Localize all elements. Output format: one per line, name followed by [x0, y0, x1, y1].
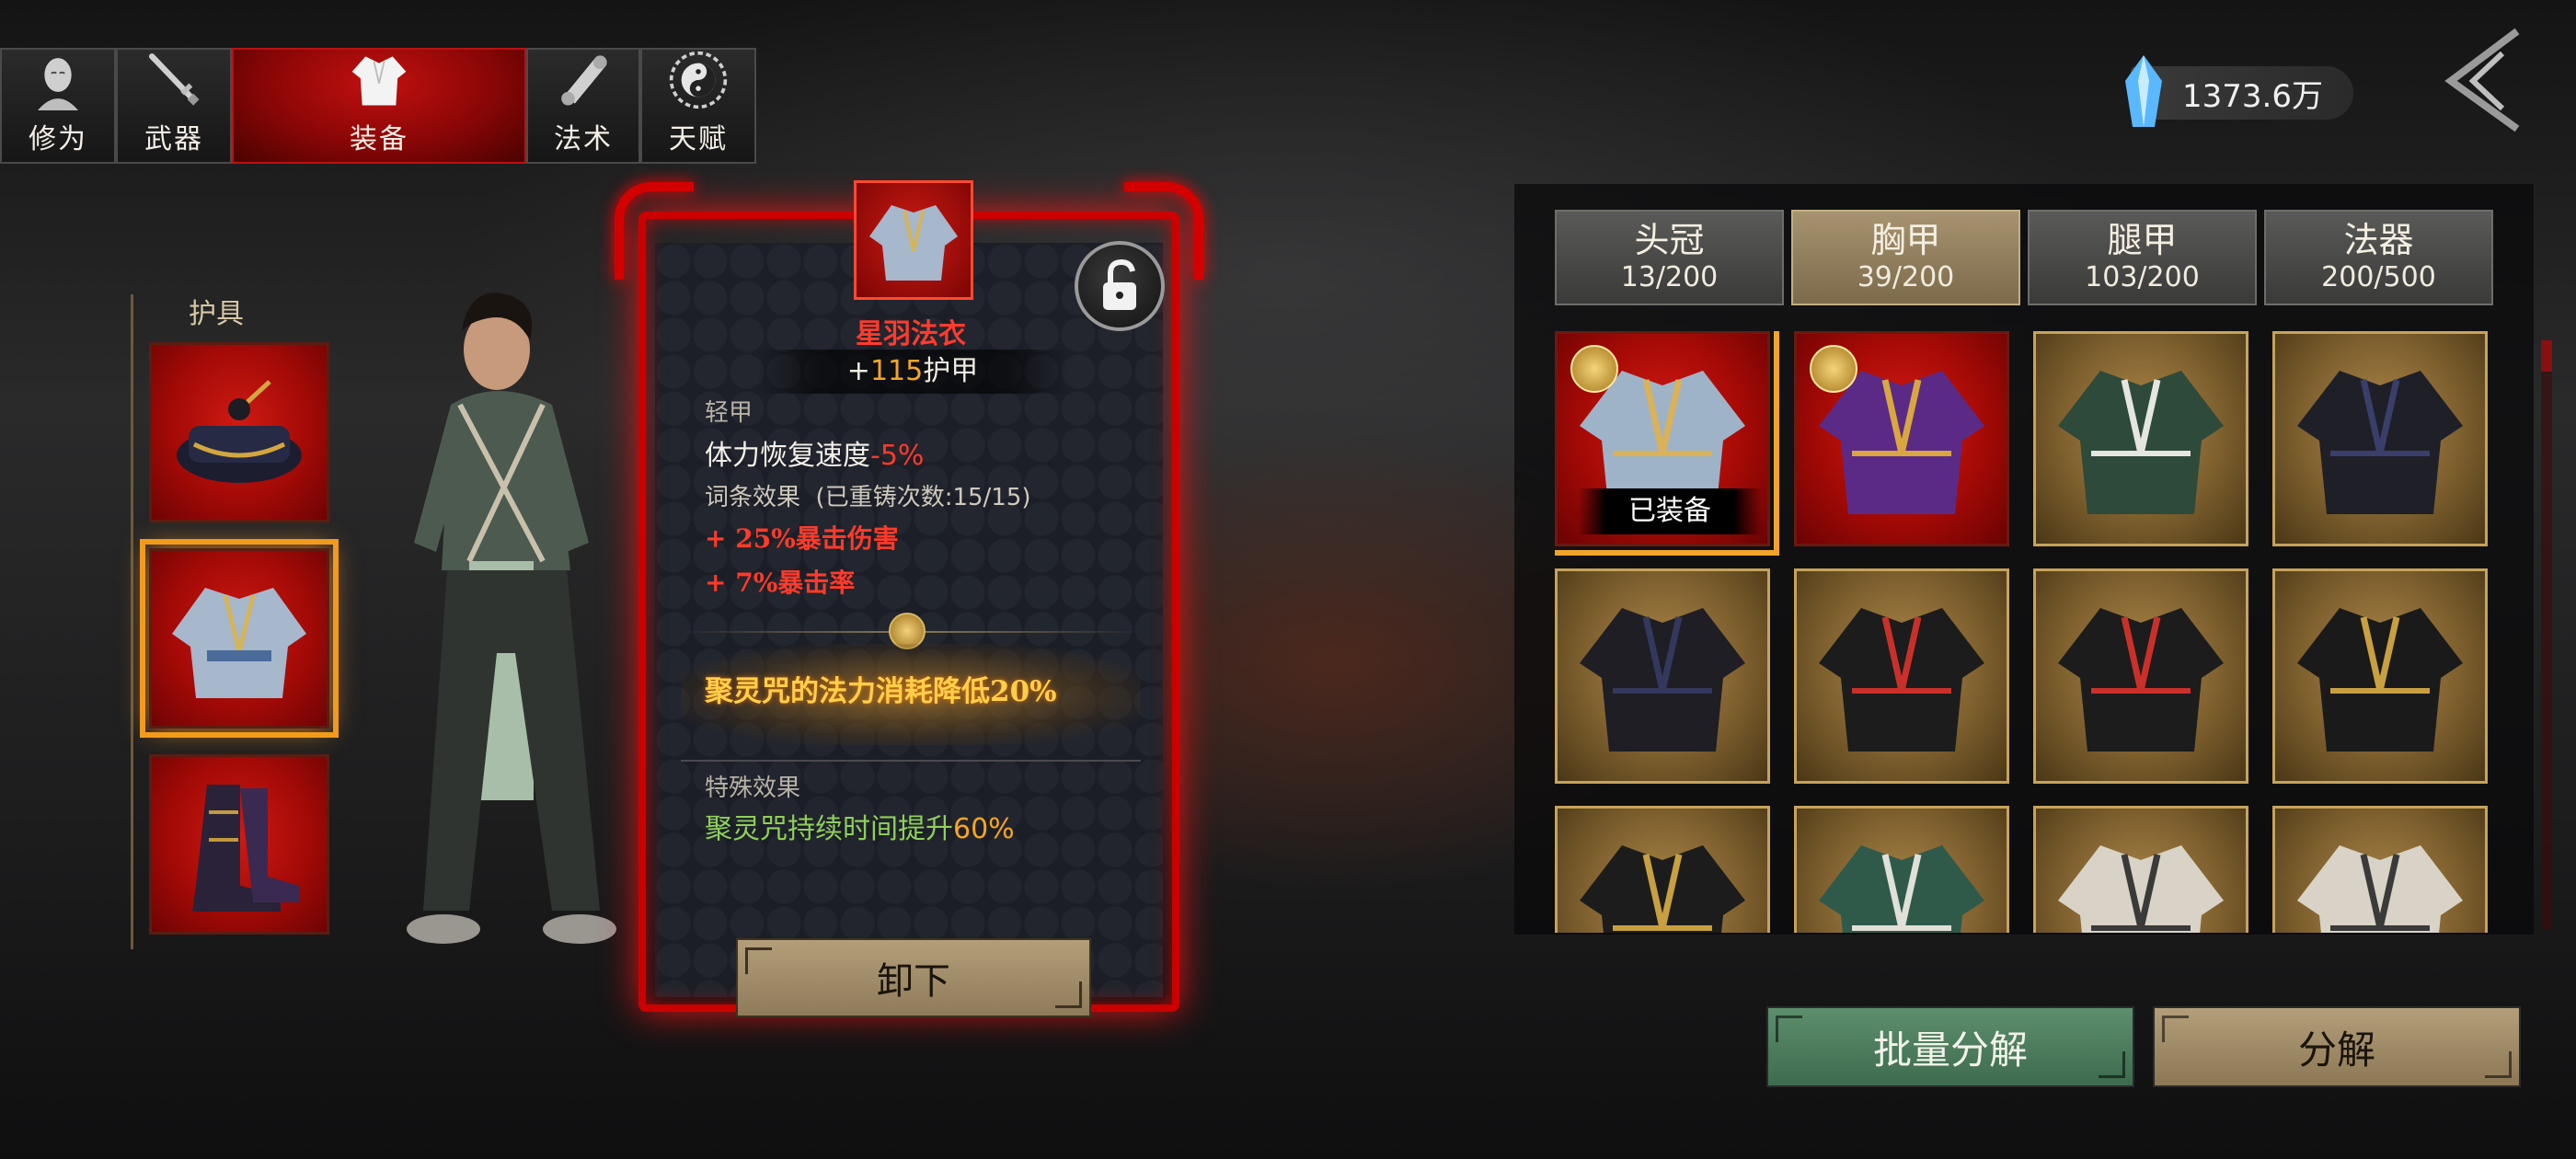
inventory-item[interactable]: [2033, 568, 2248, 784]
cultivator-head-icon: [38, 58, 78, 110]
armor-value: 115: [869, 355, 924, 387]
robe-icon: [1819, 845, 1984, 933]
divider: [681, 760, 1141, 762]
category-tab-artifact[interactable]: 法器 200/500: [2264, 210, 2493, 305]
tab-equipment[interactable]: 装备: [232, 48, 526, 164]
inventory-item[interactable]: [1794, 806, 2009, 933]
scroll-icon: [561, 55, 607, 106]
chest-slot[interactable]: [140, 539, 339, 738]
robe-icon: [1819, 608, 1984, 752]
category-name: 法器: [2343, 220, 2414, 260]
tab-cultivation[interactable]: 修为: [0, 48, 116, 164]
head-slot[interactable]: [149, 342, 329, 522]
top-tab-bar: 修为 武器 装备 法术 天赋: [0, 48, 756, 164]
set-effect: 聚灵咒的法力消耗降低20%: [705, 675, 1057, 708]
robe-icon: [2058, 371, 2224, 514]
armor-stat: +115护甲: [756, 350, 1069, 394]
inventory-item[interactable]: [1794, 568, 2009, 784]
affix-label: 词条效果: [705, 484, 801, 511]
category-name: 腿甲: [2107, 220, 2178, 260]
spirit-crystal-icon: [2125, 55, 2162, 127]
scrollbar-thumb[interactable]: [2541, 340, 2552, 372]
affix-header: 词条效果 (已重铸次数:15/15): [705, 478, 1031, 512]
item-name: 星羽法衣: [856, 318, 966, 350]
yin-yang-icon: [669, 51, 728, 109]
robe-icon: [2297, 371, 2463, 514]
quality-badge-icon: [1570, 345, 1618, 393]
sword-icon: [148, 53, 200, 106]
affix-line: + 25%暴击伤害: [705, 523, 899, 554]
category-tab-head[interactable]: 头冠 13/200: [1555, 210, 1784, 305]
robe-icon: [351, 56, 407, 106]
tab-label: 法术: [554, 123, 613, 155]
inventory-item[interactable]: [1794, 331, 2009, 546]
scrollbar-track[interactable]: [2541, 340, 2552, 929]
hat-icon: [177, 380, 302, 483]
inventory-grid: 已装备: [1555, 331, 2493, 933]
inventory-item[interactable]: [1555, 568, 1770, 784]
category-count: 200/500: [2321, 261, 2436, 293]
inventory-item[interactable]: [2272, 806, 2488, 933]
robe-icon: [2297, 845, 2463, 933]
character-model: [407, 293, 616, 944]
unequip-button[interactable]: 卸下: [736, 938, 1091, 1017]
robe-icon: [2297, 608, 2463, 752]
tab-spells[interactable]: 法术: [526, 48, 640, 164]
inventory-item[interactable]: [2272, 568, 2488, 784]
category-tab-legs[interactable]: 腿甲 103/200: [2028, 210, 2257, 305]
tab-talent[interactable]: 天赋: [640, 48, 756, 164]
robe-icon: [2058, 845, 2224, 933]
stat-value: -5%: [870, 440, 925, 472]
inventory-item[interactable]: 已装备: [1555, 331, 1779, 556]
batch-decompose-button[interactable]: 批量分解: [1766, 1006, 2134, 1087]
inventory-item[interactable]: [2033, 806, 2248, 933]
category-tabs: 头冠 13/200 胸甲 39/200 腿甲 103/200 法器 200/50…: [1555, 210, 2493, 305]
inventory-item[interactable]: [2033, 331, 2248, 546]
base-stat: 体力恢复速度-5%: [705, 432, 924, 473]
stat-label: 体力恢复速度: [705, 440, 870, 472]
armor-label: 护甲: [923, 355, 979, 387]
slot-group-title: 护具: [189, 298, 244, 330]
back-icon[interactable]: [2438, 26, 2526, 134]
unlock-icon: [1103, 258, 1136, 310]
item-type: 轻甲: [705, 399, 753, 427]
equipped-tag: 已装备: [1578, 488, 1762, 534]
inventory-grid-inner: 已装备: [1555, 331, 2488, 933]
special-effect: 聚灵咒持续时间提升60%: [705, 806, 1015, 846]
tab-label: 武器: [144, 123, 203, 155]
special-label: 特殊效果: [705, 775, 801, 802]
category-count: 103/200: [2085, 261, 2200, 293]
special-value: 60%: [953, 813, 1015, 845]
boots-icon: [192, 785, 299, 912]
category-name: 胸甲: [1870, 220, 1941, 260]
robe-icon: [1580, 608, 1745, 752]
affix-line: + 7%暴击率: [705, 568, 856, 598]
reforge-count: (已重铸次数:15/15): [815, 484, 1031, 511]
tab-label: 装备: [350, 123, 408, 155]
tab-weapon[interactable]: 武器: [116, 48, 232, 164]
item-icon-frame: [854, 180, 973, 300]
category-count: 39/200: [1857, 261, 1955, 293]
tab-label: 修为: [29, 123, 87, 155]
category-name: 头冠: [1634, 220, 1705, 260]
inventory-item[interactable]: [1555, 806, 1770, 933]
decompose-button[interactable]: 分解: [2153, 1006, 2521, 1087]
armor-prefix: +: [846, 355, 870, 387]
robe-icon: [172, 588, 306, 698]
robe-icon: [869, 205, 958, 281]
quality-badge-icon: [1810, 345, 1857, 393]
robe-icon: [1580, 845, 1745, 933]
leg-slot[interactable]: [149, 754, 329, 935]
category-count: 13/200: [1620, 261, 1719, 293]
robe-icon: [2058, 608, 2224, 752]
special-text: 聚灵咒持续时间提升: [705, 813, 953, 845]
category-tab-chest[interactable]: 胸甲 39/200: [1791, 210, 2020, 305]
tab-label: 天赋: [669, 123, 728, 155]
inventory-item[interactable]: [2272, 331, 2488, 546]
